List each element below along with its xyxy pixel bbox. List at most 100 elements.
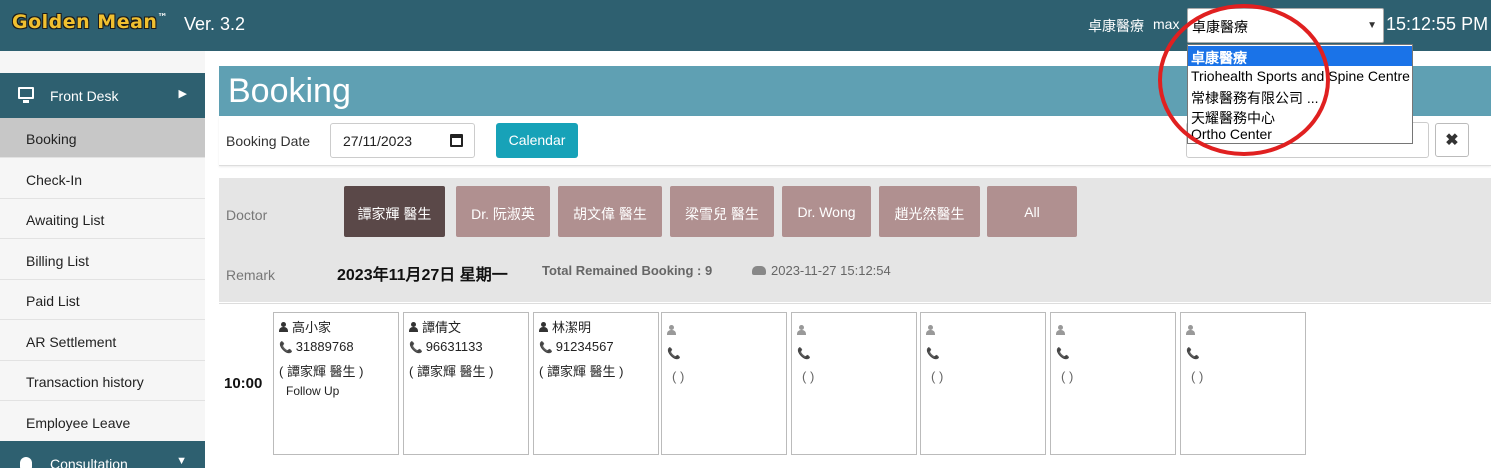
user-icon — [667, 325, 676, 335]
booking-slot[interactable]: 高小家 📞 31889768 ( 譚家輝 醫生 ) Follow Up — [273, 312, 399, 455]
patient-name-line: 林潔明 — [539, 317, 591, 336]
user-icon — [1056, 325, 1065, 335]
user-icon — [1186, 325, 1195, 335]
doctor-button-all[interactable]: All — [987, 186, 1077, 237]
chevron-down-icon: ▼ — [1367, 20, 1377, 31]
patient-name-line — [1186, 323, 1199, 338]
booking-slot[interactable]: 林潔明 📞 91234567 ( 譚家輝 醫生 ) — [533, 312, 659, 455]
app-logo: Golden Mean™ — [12, 11, 168, 33]
sidebar-section-label: Front Desk — [50, 88, 119, 104]
clock: 15:12:55 PM — [1386, 14, 1489, 34]
clinic-option[interactable]: 常棣醫務有限公司 ... — [1188, 86, 1412, 106]
version-label: Ver. 3.2 — [184, 14, 246, 34]
booking-slot-empty[interactable]: 📞 ( ) — [920, 312, 1046, 455]
doctor-label: Doctor — [226, 207, 268, 223]
clinic-dropdown-list: 卓康醫療 Triohealth Sports and Spine Centre … — [1187, 44, 1413, 144]
sidebar-item-transaction-history[interactable]: Transaction history — [0, 361, 205, 401]
doctor-panel: Doctor 譚家輝 醫生 Dr. 阮淑英 胡文偉 醫生 梁雪兒 醫生 Dr. … — [219, 178, 1491, 302]
date-heading: 2023年11月27日 星期一 — [337, 267, 508, 284]
sidebar-section-front-desk[interactable]: Front Desk ▶ — [0, 73, 205, 118]
booking-date-input[interactable]: 27/11/2023 — [330, 123, 475, 158]
calendar-button[interactable]: Calendar — [496, 123, 578, 158]
phone-icon: 📞 — [797, 348, 811, 360]
patient-name: 高小家 — [292, 320, 332, 335]
slot-doctor: ( ) — [672, 369, 685, 384]
patient-phone-line: 📞 96631133 — [409, 339, 483, 354]
slot-note: Follow Up — [286, 384, 340, 398]
doctor-button-chiu[interactable]: 趙光然醫生 — [879, 186, 980, 237]
user-md-icon — [20, 457, 32, 468]
user-icon — [279, 322, 288, 332]
sidebar-item-check-in[interactable]: Check-In — [0, 159, 205, 199]
chevron-right-icon: ▶ — [178, 88, 187, 100]
clinic-select[interactable]: 卓康醫療 ▼ — [1187, 8, 1384, 43]
clear-button[interactable]: ✖ — [1435, 123, 1469, 157]
patient-phone: 96631133 — [425, 339, 483, 354]
slot-doctor: ( 譚家輝 醫生 ) — [279, 364, 364, 379]
sidebar-section-consultation[interactable]: Consultation ▼ — [0, 441, 205, 468]
remark-label: Remark — [226, 267, 276, 283]
patient-name: 譚倩文 — [422, 320, 462, 335]
slot-doctor: ( ) — [931, 369, 944, 384]
slot-doctor: ( 譚家輝 醫生 ) — [539, 364, 624, 379]
patient-phone-line: 📞 — [1056, 345, 1073, 360]
sidebar-item-ar-settlement[interactable]: AR Settlement — [0, 321, 205, 361]
sidebar-item-booking[interactable]: Booking — [0, 118, 205, 158]
booking-slot-empty[interactable]: 📞 ( ) — [791, 312, 917, 455]
booking-slot[interactable]: 譚倩文 📞 96631133 ( 譚家輝 醫生 ) — [403, 312, 529, 455]
phone-icon: 📞 — [409, 342, 423, 354]
phone-icon: 📞 — [1186, 348, 1200, 360]
clinic-option[interactable]: 卓康醫療 — [1188, 46, 1412, 66]
time-slot-row: 10:00 高小家 📞 31889768 ( 譚家輝 醫生 ) Follow Up… — [219, 303, 1491, 468]
booking-slot-empty[interactable]: 📞 ( ) — [1180, 312, 1306, 455]
chevron-down-icon: ▼ — [176, 455, 187, 467]
page-title: Booking — [228, 72, 351, 110]
patient-name-line — [797, 323, 810, 338]
clinic-select-value: 卓康醫療 — [1192, 19, 1248, 35]
slot-doctor: ( ) — [1061, 369, 1074, 384]
user-icon — [926, 325, 935, 335]
patient-name: 林潔明 — [552, 320, 592, 335]
sidebar-item-billing-list[interactable]: Billing List — [0, 240, 205, 280]
doctor-button-yuen[interactable]: Dr. 阮淑英 — [456, 186, 550, 237]
patient-phone: 91234567 — [555, 339, 614, 354]
patient-name-line — [667, 323, 680, 338]
booking-date-value: 27/11/2023 — [343, 133, 413, 149]
patient-phone-line: 📞 — [1186, 345, 1203, 360]
clinic-option[interactable]: Ortho Center — [1188, 124, 1412, 144]
doctor-button-leung[interactable]: 梁雪兒 醫生 — [670, 186, 774, 237]
clinic-option[interactable]: Triohealth Sports and Spine Centre — [1188, 66, 1412, 86]
doctor-button-wu[interactable]: 胡文偉 醫生 — [558, 186, 662, 237]
monitor-icon — [18, 87, 34, 103]
doctor-button-wong[interactable]: Dr. Wong — [782, 186, 871, 237]
user-icon — [409, 322, 418, 332]
patient-phone-line: 📞 91234567 — [539, 339, 614, 354]
patient-phone: 31889768 — [295, 339, 354, 354]
sidebar-item-employee-leave[interactable]: Employee Leave — [0, 402, 205, 442]
user-icon — [539, 322, 548, 332]
patient-phone-line: 📞 31889768 — [279, 339, 354, 354]
doctor-button-tam[interactable]: 譚家輝 醫生 — [344, 186, 445, 237]
phone-icon: 📞 — [1056, 348, 1070, 360]
patient-name-line — [926, 323, 939, 338]
slot-doctor: ( ) — [802, 369, 815, 384]
sidebar: Front Desk ▶ Booking Check-In Awaiting L… — [0, 51, 205, 468]
booking-date-label: Booking Date — [226, 133, 311, 149]
last-updated-timestamp: 2023-11-27 15:12:54 — [771, 263, 891, 278]
remained-booking-count: Total Remained Booking : 9 — [542, 263, 713, 278]
booking-slot-empty[interactable]: 📞 ( ) — [661, 312, 787, 455]
clinic-option[interactable]: 天耀醫務中心 — [1188, 106, 1412, 126]
clinic-name: 卓康醫療 — [1088, 18, 1144, 34]
slot-doctor: ( 譚家輝 醫生 ) — [409, 364, 494, 379]
patient-phone-line: 📞 — [797, 345, 814, 360]
booking-slot-empty[interactable]: 📞 ( ) — [1050, 312, 1176, 455]
patient-phone-line: 📞 — [926, 345, 943, 360]
cloud-download-icon — [752, 266, 766, 275]
sidebar-item-awaiting-list[interactable]: Awaiting List — [0, 199, 205, 239]
phone-icon: 📞 — [279, 342, 293, 354]
time-label: 10:00 — [224, 375, 263, 392]
phone-icon: 📞 — [926, 348, 940, 360]
calendar-icon[interactable] — [450, 134, 463, 147]
sidebar-item-paid-list[interactable]: Paid List — [0, 280, 205, 320]
sidebar-section-label: Consultation — [50, 456, 128, 468]
